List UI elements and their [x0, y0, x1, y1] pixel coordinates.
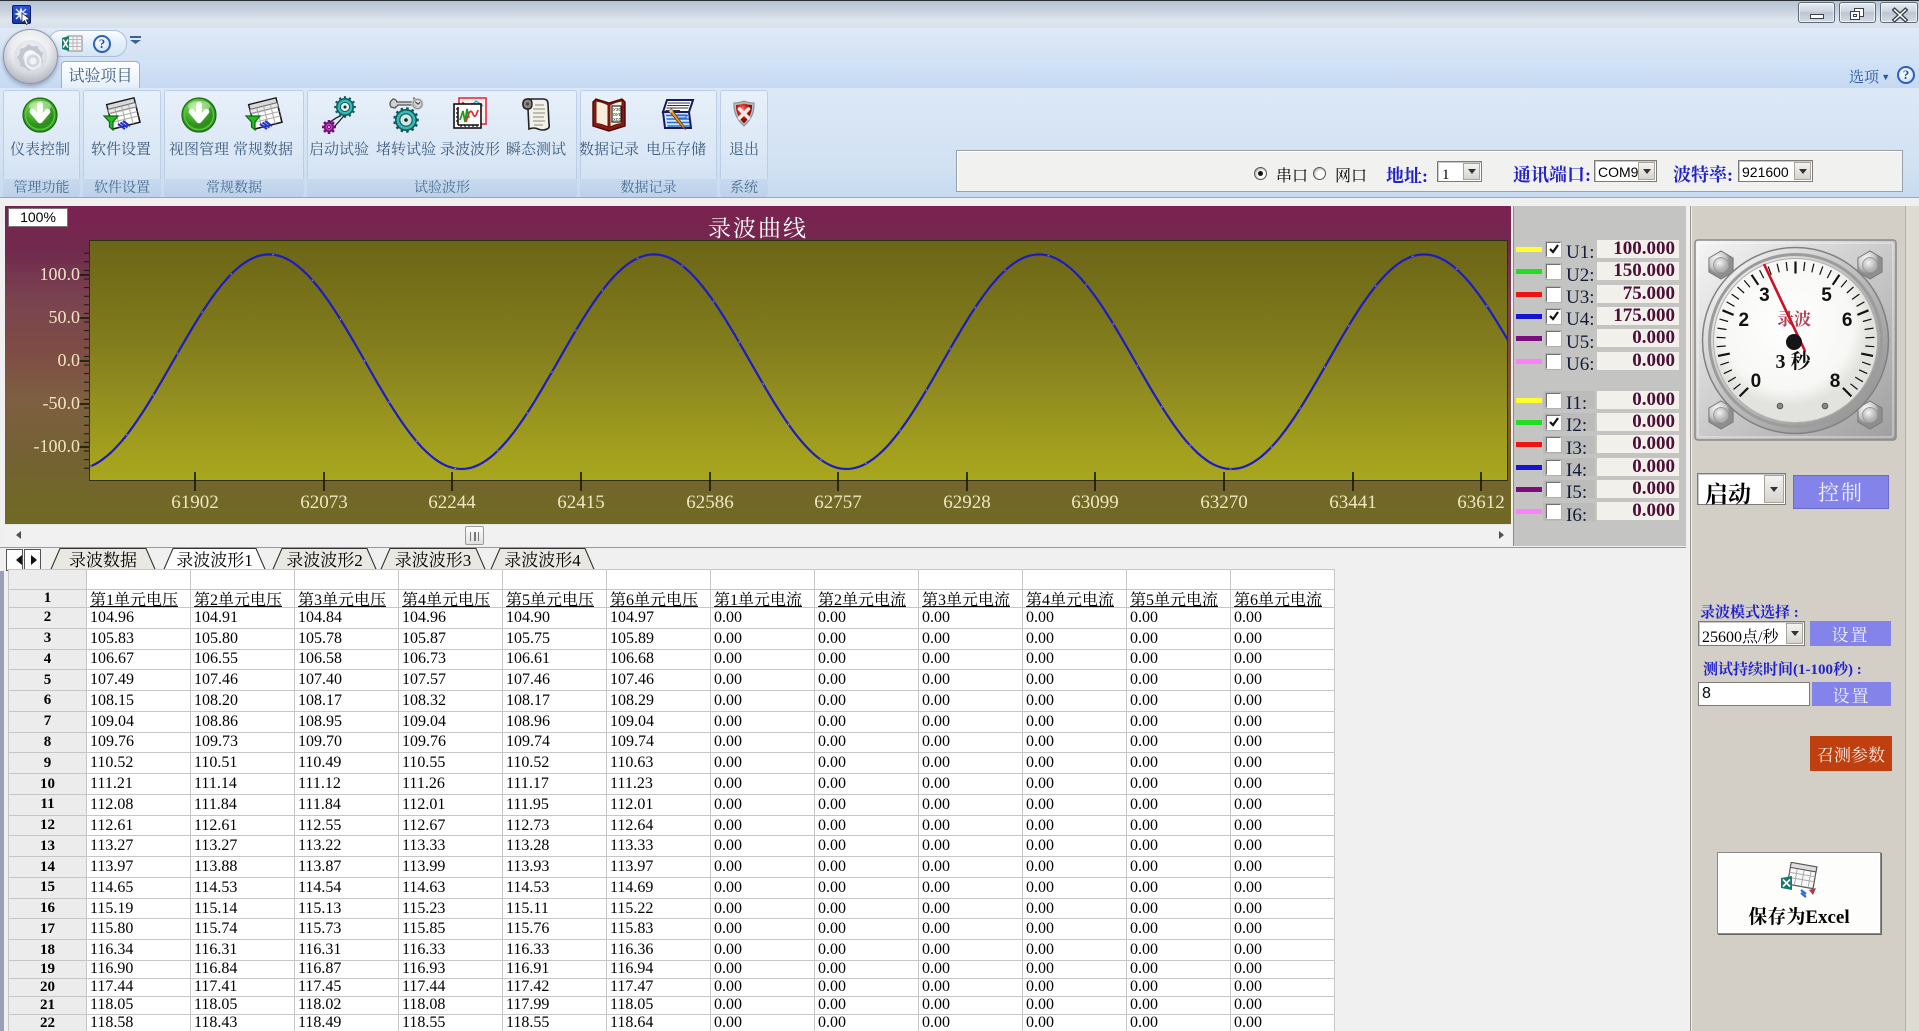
svg-text:录波数据: 录波数据 [69, 548, 137, 571]
svg-text:8: 8 [1830, 371, 1841, 392]
svg-text:录波波形2: 录波波形2 [286, 548, 363, 571]
svg-text:录波波形1: 录波波形1 [176, 548, 253, 571]
svg-text:6: 6 [1842, 310, 1853, 331]
svg-text:5: 5 [1821, 285, 1832, 306]
svg-text:0: 0 [1751, 371, 1762, 392]
svg-text:3: 3 [1759, 285, 1770, 306]
svg-text:录波波形4: 录波波形4 [504, 548, 581, 571]
svg-text:录波波形3: 录波波形3 [395, 548, 472, 571]
svg-text:2: 2 [1739, 310, 1750, 331]
